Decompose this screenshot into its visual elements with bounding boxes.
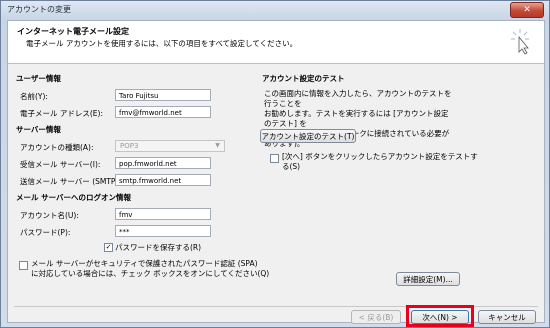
chevron-down-icon: ▼ bbox=[215, 142, 220, 149]
server-info-heading: サーバー情報 bbox=[16, 125, 61, 134]
spa-label-line2: に対応している場合には、チェック ボックスをオンにしてください(Q) bbox=[31, 269, 270, 278]
save-password-checkbox[interactable]: ✓ bbox=[104, 243, 113, 252]
more-settings-button[interactable]: 詳細設定(M)... bbox=[396, 272, 460, 286]
close-button[interactable]: ✕ bbox=[510, 2, 544, 18]
email-input[interactable]: fmv@fmworld.net bbox=[115, 106, 211, 118]
title-bar: アカウントの変更 ✕ bbox=[1, 1, 549, 19]
auto-test-checkbox[interactable] bbox=[270, 154, 279, 163]
spa-label-line1: メール サーバーがセキュリティで保護されたパスワード認証 (SPA) bbox=[31, 259, 258, 268]
logon-info-heading: メール サーバーへのログオン情報 bbox=[16, 193, 132, 202]
next-button[interactable]: 次へ(N) > bbox=[411, 310, 469, 324]
spa-checkbox[interactable] bbox=[19, 261, 28, 270]
back-button[interactable]: < 戻る(B) bbox=[351, 310, 401, 324]
check-icon: ✓ bbox=[105, 243, 112, 251]
cancel-button[interactable]: キャンセル bbox=[478, 310, 536, 324]
name-label: 名前(Y): bbox=[20, 92, 48, 101]
account-name-label: アカウント名(U): bbox=[20, 211, 79, 220]
dialog-body: インターネット電子メール設定 電子メール アカウントを使用するには、以下の項目を… bbox=[7, 20, 545, 327]
incoming-server-input[interactable]: pop.fmworld.net bbox=[115, 157, 211, 169]
close-icon: ✕ bbox=[523, 5, 531, 15]
account-change-window: アカウントの変更 ✕ インターネット電子メール設定 電子メール アカウントを使用… bbox=[0, 0, 550, 328]
name-input[interactable]: Taro Fujitsu bbox=[115, 89, 211, 101]
dialog-header: インターネット電子メール設定 電子メール アカウントを使用するには、以下の項目を… bbox=[8, 21, 544, 64]
outgoing-server-input[interactable]: smtp.fmworld.net bbox=[115, 174, 211, 186]
test-account-button[interactable]: アカウント設定のテスト(T) bbox=[260, 129, 356, 143]
window-title: アカウントの変更 bbox=[7, 5, 71, 14]
account-test-heading: アカウント設定のテスト bbox=[262, 74, 345, 83]
account-name-input[interactable]: fmv bbox=[115, 208, 211, 220]
save-password-label: パスワードを保存する(R) bbox=[115, 243, 202, 252]
auto-test-line1: [次へ] ボタンをクリックしたらアカウント設定をテストす bbox=[282, 152, 478, 161]
account-type-label: アカウントの種類(A): bbox=[20, 143, 94, 152]
email-label: 電子メール アドレス(E): bbox=[20, 109, 104, 118]
user-info-heading: ユーザー情報 bbox=[16, 74, 61, 83]
spa-label: メール サーバーがセキュリティで保護されたパスワード認証 (SPA) に対応して… bbox=[31, 259, 269, 279]
header-subtitle: 電子メール アカウントを使用するには、以下の項目をすべて設定してください。 bbox=[26, 39, 298, 48]
auto-test-line2: る(S) bbox=[282, 162, 301, 171]
header-title: インターネット電子メール設定 bbox=[17, 27, 129, 36]
test-description-line1: この画面内に情報を入力したら、アカウントのテストを行うことを bbox=[264, 89, 452, 108]
incoming-server-label: 受信メール サーバー(I): bbox=[20, 160, 101, 169]
click-cursor-icon bbox=[511, 29, 529, 55]
password-input[interactable]: *** bbox=[115, 225, 211, 237]
test-description-line2: お勧めします。テストを実行するには [アカウント設定のテスト] を bbox=[264, 109, 449, 128]
password-label: パスワード(P): bbox=[20, 228, 71, 237]
account-type-select: POP3 ▼ bbox=[115, 140, 225, 152]
auto-test-label: [次へ] ボタンをクリックしたらアカウント設定をテストす る(S) bbox=[282, 152, 478, 172]
account-type-value: POP3 bbox=[120, 142, 139, 150]
